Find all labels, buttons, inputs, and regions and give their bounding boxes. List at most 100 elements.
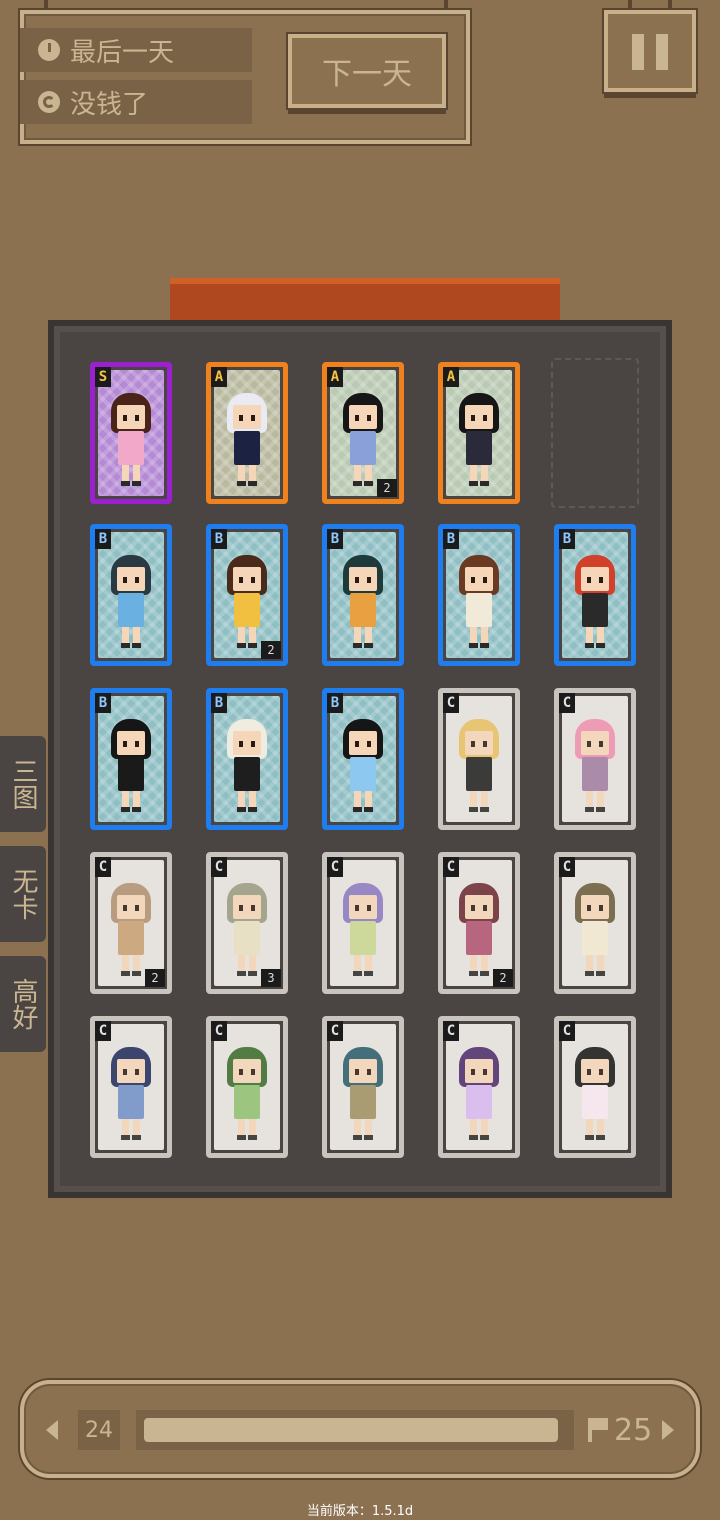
card-rank-badge: A [327, 367, 343, 387]
card-rank-badge: C [559, 1021, 575, 1041]
eye [123, 741, 127, 747]
shoe [596, 971, 605, 976]
character-card[interactable]: C [322, 1016, 404, 1158]
eye [483, 1069, 487, 1075]
card-count-badge: 3 [261, 969, 281, 987]
shoe [364, 643, 373, 648]
shoe [237, 971, 246, 976]
eye [123, 577, 127, 583]
eye [599, 1069, 603, 1075]
character-card[interactable]: A [438, 362, 520, 504]
character-sprite [341, 555, 385, 651]
outfit [466, 757, 492, 791]
next-arrow-icon[interactable] [662, 1420, 674, 1440]
character-sprite [573, 719, 617, 815]
face [233, 405, 261, 429]
character-card[interactable]: C [206, 1016, 288, 1158]
character-sprite [225, 555, 269, 651]
shoe [364, 971, 373, 976]
character-card[interactable]: S [90, 362, 172, 504]
eye [483, 905, 487, 911]
character-card[interactable]: B2 [206, 524, 288, 666]
character-card[interactable]: B [90, 524, 172, 666]
shoe [364, 481, 373, 486]
character-card[interactable]: C2 [90, 852, 172, 994]
character-card[interactable]: B [206, 688, 288, 830]
face [581, 731, 609, 755]
eye [599, 905, 603, 911]
character-card[interactable]: A2 [322, 362, 404, 504]
outfit [350, 593, 376, 627]
character-card[interactable]: B [438, 524, 520, 666]
character-card[interactable]: B [322, 524, 404, 666]
shoe [132, 1135, 141, 1140]
empty-card-slot [551, 358, 639, 508]
pause-icon-bar-left [632, 34, 644, 70]
character-sprite [109, 719, 153, 815]
current-day: 24 [85, 1417, 113, 1443]
outfit [234, 921, 260, 955]
shoe [469, 1135, 478, 1140]
shoe [353, 1135, 362, 1140]
character-sprite [341, 393, 385, 489]
eye [587, 741, 591, 747]
shoe [237, 807, 246, 812]
face [117, 895, 145, 919]
eye [251, 741, 255, 747]
face [349, 567, 377, 591]
card-rank-badge: B [211, 529, 227, 549]
eye [355, 415, 359, 421]
outfit [118, 593, 144, 627]
outfit [118, 921, 144, 955]
eye [367, 1069, 371, 1075]
side-tab-2[interactable]: 无卡 [0, 846, 46, 942]
character-card[interactable]: C [554, 688, 636, 830]
character-card[interactable]: C [438, 688, 520, 830]
shoe [480, 1135, 489, 1140]
next-day-button[interactable]: 下一天 [288, 34, 446, 108]
character-sprite [109, 393, 153, 489]
character-card[interactable]: C [438, 1016, 520, 1158]
side-tab-3-label: 高好 [8, 978, 38, 1030]
character-card[interactable]: B [322, 688, 404, 830]
outfit [582, 593, 608, 627]
eye [355, 741, 359, 747]
face [349, 405, 377, 429]
character-card[interactable]: B [90, 688, 172, 830]
character-card[interactable]: C [554, 852, 636, 994]
eye [251, 415, 255, 421]
shoe [585, 1135, 594, 1140]
shoe [585, 643, 594, 648]
character-card[interactable]: A [206, 362, 288, 504]
character-card[interactable]: C [90, 1016, 172, 1158]
card-rank-badge: C [327, 1021, 343, 1041]
clock-icon [38, 39, 60, 61]
character-card[interactable]: C2 [438, 852, 520, 994]
face [465, 405, 493, 429]
character-card[interactable]: C [322, 852, 404, 994]
shoe [237, 643, 246, 648]
card-count-badge: 2 [377, 479, 397, 497]
outfit [234, 593, 260, 627]
card-rank-badge: C [95, 857, 111, 877]
face [465, 567, 493, 591]
eye [123, 1069, 127, 1075]
eye [239, 905, 243, 911]
shoe [121, 643, 130, 648]
eye [355, 1069, 359, 1075]
prev-arrow-icon[interactable] [46, 1420, 58, 1440]
character-card[interactable]: C [554, 1016, 636, 1158]
pause-button[interactable] [604, 10, 696, 92]
character-card[interactable]: C3 [206, 852, 288, 994]
character-sprite [457, 393, 501, 489]
character-sprite [225, 719, 269, 815]
character-sprite [341, 883, 385, 979]
character-card[interactable]: B [554, 524, 636, 666]
card-rank-badge: C [559, 857, 575, 877]
side-tab-1-label: 三图 [8, 758, 38, 810]
side-tab-1[interactable]: 三图 [0, 736, 46, 832]
side-tab-3[interactable]: 高好 [0, 956, 46, 1052]
eye [471, 1069, 475, 1075]
outfit [350, 921, 376, 955]
shoe [248, 807, 257, 812]
